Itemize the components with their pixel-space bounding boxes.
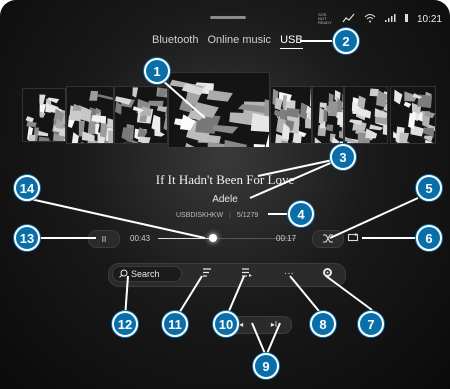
- sos-status: SOS NOT READY: [317, 12, 332, 25]
- clock: 10:21: [416, 13, 442, 25]
- queue-button[interactable]: [234, 266, 258, 282]
- more-icon: ···: [284, 267, 294, 279]
- callout-1: 1: [144, 58, 170, 84]
- wifi-icon: [364, 13, 376, 25]
- status-bar: SOS NOT READY 10:21: [318, 10, 442, 28]
- album-cover[interactable]: [390, 86, 436, 144]
- search-icon: [119, 269, 128, 280]
- drag-handle[interactable]: [210, 16, 246, 19]
- track-title: If It Hadn't Been For Love: [155, 172, 295, 187]
- callout-8: 8: [310, 311, 336, 337]
- settings-button[interactable]: [315, 266, 339, 282]
- callout-14: 14: [14, 175, 40, 201]
- pause-icon: II: [101, 234, 107, 244]
- source-info: USBDISKHKW | 5/1279: [176, 212, 258, 219]
- callout-4: 4: [288, 201, 314, 227]
- album-cover[interactable]: [344, 86, 388, 144]
- shuffle-icon: [322, 233, 334, 245]
- search-label: Search: [131, 269, 160, 279]
- gear-icon: [322, 267, 333, 281]
- callout-9: 9: [253, 353, 279, 379]
- progress-knob[interactable]: [209, 234, 218, 242]
- source-tabs: Bluetooth Online music USB: [152, 34, 303, 49]
- repeat-button[interactable]: [338, 230, 368, 246]
- next-track-button[interactable]: ▸I: [262, 316, 286, 332]
- callout-7: 7: [358, 311, 384, 337]
- callout-3: 3: [330, 144, 356, 170]
- tab-online-music[interactable]: Online music: [207, 34, 271, 49]
- elapsed-time: 00:43: [130, 234, 151, 243]
- callout-11: 11: [162, 311, 188, 337]
- next-icon: ▸I: [270, 319, 278, 329]
- callout-5: 5: [416, 175, 442, 201]
- track-artist: Adele: [212, 194, 238, 205]
- list-icon: [202, 268, 213, 280]
- track-position: 5/1279: [236, 212, 259, 219]
- progress-fill: [158, 238, 214, 239]
- tab-bluetooth[interactable]: Bluetooth: [152, 34, 198, 49]
- pause-button[interactable]: II: [88, 230, 120, 248]
- callout-6: 6: [416, 225, 442, 251]
- cellular-icon: [384, 13, 396, 25]
- media-screen: SOS NOT READY 10:21 Bluetooth Online mus…: [0, 0, 450, 389]
- remaining-time: 00:17: [276, 234, 297, 243]
- album-cover[interactable]: [270, 86, 312, 144]
- more-options-button[interactable]: ···: [277, 265, 301, 281]
- search-button[interactable]: Search: [112, 266, 182, 282]
- album-cover[interactable]: [66, 86, 114, 144]
- signal-icon: [342, 13, 356, 25]
- playlist-button[interactable]: [195, 266, 219, 282]
- tab-usb[interactable]: USB: [280, 34, 303, 49]
- source-divider: |: [229, 212, 231, 219]
- repeat-icon: [347, 232, 359, 244]
- current-album-cover[interactable]: [168, 72, 270, 148]
- source-name: USBDISKHKW: [176, 212, 224, 219]
- album-cover[interactable]: [312, 86, 344, 144]
- callout-13: 13: [14, 225, 40, 251]
- album-cover[interactable]: [114, 86, 168, 144]
- callout-12: 12: [112, 311, 138, 337]
- album-cover[interactable]: [22, 88, 66, 142]
- queue-icon: [241, 268, 252, 280]
- battery-icon: [404, 13, 409, 25]
- callout-2: 2: [333, 28, 359, 54]
- callout-10: 10: [213, 311, 239, 337]
